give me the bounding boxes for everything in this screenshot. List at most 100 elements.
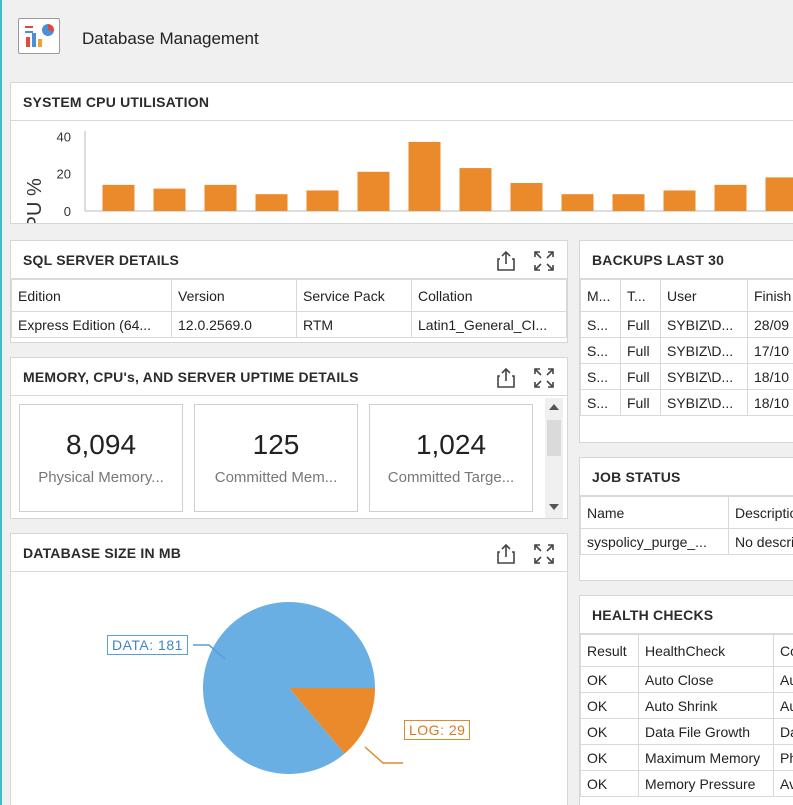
scroll-down-arrow-icon[interactable] <box>549 504 559 510</box>
table-row[interactable]: OKAuto ShrinkAu <box>580 692 793 719</box>
table-row[interactable]: OKData File GrowthDa <box>580 718 793 745</box>
table-cell: S... <box>580 363 621 390</box>
kpi-card-committed-target[interactable]: 1,024 Committed Targe... <box>369 404 533 512</box>
column-header[interactable]: Edition <box>11 279 172 312</box>
table-row[interactable]: Express Edition (64... 12.0.2569.0 RTM L… <box>11 311 567 338</box>
cpu-bar[interactable] <box>306 190 339 211</box>
table-row[interactable]: OKMemory PressureAv <box>580 770 793 797</box>
column-header[interactable]: Result <box>580 634 639 667</box>
cpu-bar[interactable] <box>561 194 594 211</box>
table-row[interactable]: OKMaximum MemoryPh <box>580 744 793 771</box>
table-cell: OK <box>580 666 639 693</box>
table-row[interactable]: S... Full SYBIZ\D... 28/09 <box>580 311 793 338</box>
panel-header: JOB STATUS <box>580 458 793 496</box>
table-row[interactable]: OKAuto CloseAu <box>580 666 793 693</box>
cpu-bar[interactable] <box>765 177 793 211</box>
export-icon[interactable] <box>495 367 517 389</box>
table-cell: Av <box>773 770 793 797</box>
table-cell: 18/10 <box>747 389 793 416</box>
kpi-label: Physical Memory... <box>38 469 164 486</box>
column-header[interactable]: Version <box>171 279 297 312</box>
y-axis-label: CPU % <box>24 178 46 223</box>
column-header[interactable]: HealthCheck <box>638 634 774 667</box>
database-size-pie-chart <box>193 602 403 774</box>
export-icon[interactable] <box>495 250 517 272</box>
table-cell: Memory Pressure <box>638 770 774 797</box>
table-cell: Full <box>620 311 661 338</box>
table-row[interactable]: S... Full SYBIZ\D... 17/10 <box>580 337 793 364</box>
column-header[interactable]: T... <box>620 279 661 312</box>
cpu-bar[interactable] <box>612 194 645 211</box>
kpi-value: 1,024 <box>415 429 487 460</box>
column-header[interactable]: Descriptio <box>728 496 793 529</box>
kpi-value: 125 <box>252 429 300 460</box>
cpu-bar[interactable] <box>459 168 492 211</box>
table-row[interactable]: S... Full SYBIZ\D... 18/10 <box>580 389 793 416</box>
table-cell: Full <box>620 337 661 364</box>
table-cell: 17/10 <box>747 337 793 364</box>
panel-title: BACKUPS LAST 30 <box>592 252 725 268</box>
cpu-bar[interactable] <box>153 188 186 211</box>
cpu-bar[interactable] <box>714 184 747 211</box>
table-cell: SYBIZ\D... <box>660 311 748 338</box>
panel-header: HEALTH CHECKS <box>580 596 793 634</box>
backups-table: M... T... User Finish S... Full SYBIZ\D...… <box>580 279 793 416</box>
panel-title: SQL SERVER DETAILS <box>23 252 180 268</box>
y-tick-label: 20 <box>57 167 71 182</box>
panel-header: DATABASE SIZE IN MB <box>11 534 567 572</box>
table-cell: Maximum Memory <box>638 744 774 771</box>
scroll-up-arrow-icon[interactable] <box>549 404 559 410</box>
table-cell: Auto Close <box>638 666 774 693</box>
y-tick-label: 40 <box>57 129 71 144</box>
table-cell: SYBIZ\D... <box>660 337 748 364</box>
table-cell: 12.0.2569.0 <box>171 311 297 338</box>
export-icon[interactable] <box>495 543 517 565</box>
dashboard-app-icon <box>18 18 60 54</box>
table-cell: 28/09 <box>747 311 793 338</box>
table-cell: Data File Growth <box>638 718 774 745</box>
cpu-bar[interactable] <box>510 183 543 211</box>
table-cell: SYBIZ\D... <box>660 389 748 416</box>
title-bar: Database Management <box>2 0 793 80</box>
column-header[interactable]: Finish <box>747 279 793 312</box>
panel-title: SYSTEM CPU UTILISATION <box>23 94 210 110</box>
table-cell: SYBIZ\D... <box>660 363 748 390</box>
cpu-bar[interactable] <box>255 194 288 211</box>
maximize-icon[interactable] <box>533 250 555 272</box>
cpu-bar[interactable] <box>663 190 696 211</box>
table-cell: 18/10 <box>747 363 793 390</box>
panel-title: JOB STATUS <box>592 469 681 485</box>
cpu-bar[interactable] <box>204 184 237 211</box>
sql-server-details-panel: SQL SERVER DETAILS Edition Version Servi… <box>10 240 568 343</box>
table-row[interactable]: syspolicy_purge_... No descri <box>580 528 793 555</box>
table-cell: syspolicy_purge_... <box>580 528 729 555</box>
table-row[interactable]: S... Full SYBIZ\D... 18/10 <box>580 363 793 390</box>
column-header[interactable]: Co <box>773 634 793 667</box>
column-header[interactable]: Service Pack <box>296 279 412 312</box>
table-cell: Latin1_General_CI... <box>411 311 567 338</box>
health-checks-panel: HEALTH CHECKS Result HealthCheck Co OKAu… <box>579 595 793 805</box>
table-cell: S... <box>580 337 621 364</box>
column-header[interactable]: Name <box>580 496 729 529</box>
kpi-card-committed-memory[interactable]: 125 Committed Mem... <box>194 404 358 512</box>
cpu-bar[interactable] <box>102 184 135 211</box>
kpi-card-physical-memory[interactable]: 8,094 Physical Memory... <box>19 404 183 512</box>
sql-details-table: Edition Version Service Pack Collation E… <box>11 279 567 338</box>
scroll-thumb[interactable] <box>547 420 561 456</box>
column-header[interactable]: User <box>660 279 748 312</box>
vertical-scrollbar[interactable] <box>545 398 563 518</box>
app-title: Database Management <box>82 29 259 48</box>
table-cell: OK <box>580 692 639 719</box>
table-cell: Ph <box>773 744 793 771</box>
job-status-table: Name Descriptio syspolicy_purge_... No de… <box>580 496 793 555</box>
table-cell: S... <box>580 311 621 338</box>
column-header[interactable]: Collation <box>411 279 567 312</box>
column-header[interactable]: M... <box>580 279 621 312</box>
maximize-icon[interactable] <box>533 367 555 389</box>
cpu-bar[interactable] <box>357 171 390 211</box>
cpu-bar[interactable] <box>408 141 441 211</box>
maximize-icon[interactable] <box>533 543 555 565</box>
app-window: Database Management SYSTEM CPU UTILISATI… <box>2 0 793 805</box>
table-cell: Full <box>620 363 661 390</box>
table-cell: No descri <box>728 528 793 555</box>
